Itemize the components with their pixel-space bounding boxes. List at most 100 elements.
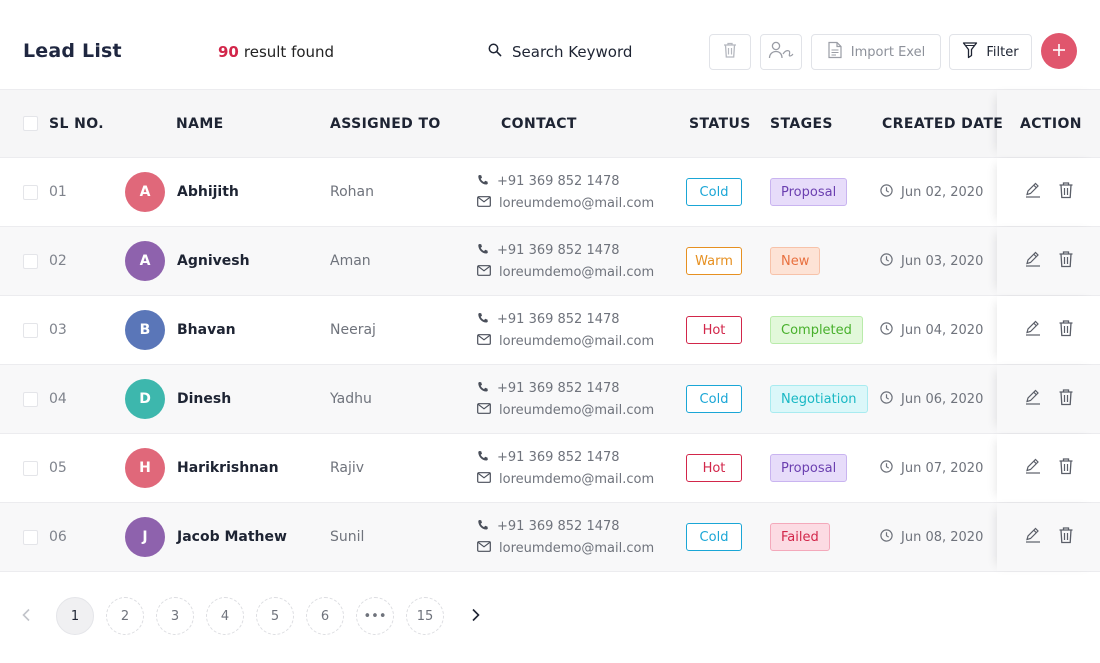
edit-button[interactable]	[1024, 227, 1042, 295]
next-page-button[interactable]	[457, 597, 495, 635]
status-badge: Warm	[686, 247, 742, 275]
email-address: loreumdemo@mail.com	[499, 264, 655, 280]
created-date-text: Jun 07, 2020	[901, 460, 984, 476]
search-field[interactable]: Search Keyword	[488, 42, 632, 61]
row-actions	[997, 158, 1100, 226]
row-checkbox[interactable]	[23, 365, 38, 433]
stage-cell: Proposal	[770, 434, 848, 502]
select-all-checkbox[interactable]	[23, 90, 38, 157]
add-lead-button[interactable]	[1041, 33, 1077, 69]
row-checkbox[interactable]	[23, 227, 38, 295]
stage-cell: Failed	[770, 503, 830, 571]
email-address: loreumdemo@mail.com	[499, 402, 655, 418]
status-badge: Hot	[686, 316, 742, 344]
stage-badge: New	[770, 247, 821, 275]
page-button[interactable]: 2	[106, 597, 144, 635]
clock-icon	[880, 459, 893, 477]
clock-icon	[880, 321, 893, 339]
edit-button[interactable]	[1024, 158, 1042, 226]
email-address: loreumdemo@mail.com	[499, 471, 655, 487]
email-address: loreumdemo@mail.com	[499, 333, 655, 349]
status-badge: Cold	[686, 523, 742, 551]
lead-name[interactable]: Jacob Mathew	[177, 503, 287, 571]
contact-info: +91 369 852 1478 loreumdemo@mail.com	[477, 434, 654, 502]
contact-info: +91 369 852 1478 loreumdemo@mail.com	[477, 227, 654, 295]
pagination: 1 2 3 4 5 6 ••• 15	[0, 595, 1100, 637]
mail-icon	[477, 402, 491, 418]
edit-icon	[1024, 319, 1042, 341]
assigned-to: Sunil	[330, 529, 365, 545]
trash-icon	[722, 41, 738, 63]
avatar-initial: A	[125, 172, 165, 212]
search-placeholder: Search Keyword	[512, 42, 633, 61]
trash-icon	[1058, 388, 1074, 410]
edit-button[interactable]	[1024, 434, 1042, 502]
clock-icon	[880, 252, 893, 270]
edit-button[interactable]	[1024, 503, 1042, 571]
page-button[interactable]: 3	[156, 597, 194, 635]
table-row: 04 D Dinesh Yadhu +91 369 852 1478 loreu…	[0, 365, 1100, 434]
status-cell: Cold	[686, 365, 742, 433]
page-button[interactable]: 1	[56, 597, 94, 635]
column-created-date: CREATED DATE	[882, 115, 1004, 132]
page-button[interactable]: 6	[306, 597, 344, 635]
edit-icon	[1024, 457, 1042, 479]
assign-user-button[interactable]	[760, 34, 802, 70]
avatar: D	[125, 365, 165, 433]
prev-page-button[interactable]	[7, 597, 45, 635]
phone-number: +91 369 852 1478	[497, 450, 620, 465]
delete-button[interactable]	[1058, 227, 1074, 295]
stage-badge: Proposal	[770, 178, 848, 206]
page-button[interactable]: 15	[406, 597, 444, 635]
mail-icon	[477, 195, 491, 211]
mail-icon	[477, 540, 491, 556]
table-row: 03 B Bhavan Neeraj +91 369 852 1478 lore…	[0, 296, 1100, 365]
trash-icon	[1058, 457, 1074, 479]
result-summary: 90 result found	[218, 43, 334, 61]
status-cell: Cold	[686, 503, 742, 571]
page-button[interactable]: 5	[256, 597, 294, 635]
filter-button[interactable]: Filter	[949, 34, 1032, 70]
status-cell: Cold	[686, 158, 742, 226]
row-checkbox[interactable]	[23, 296, 38, 364]
status-badge: Hot	[686, 454, 742, 482]
row-checkbox[interactable]	[23, 434, 38, 502]
created-date: Jun 08, 2020	[880, 503, 983, 571]
edit-button[interactable]	[1024, 365, 1042, 433]
page-button[interactable]: 4	[206, 597, 244, 635]
status-badge: Cold	[686, 385, 742, 413]
created-date-text: Jun 04, 2020	[901, 322, 984, 338]
row-sl-no: 05	[49, 460, 67, 476]
lead-name[interactable]: Bhavan	[177, 296, 236, 364]
lead-name[interactable]: Abhijith	[177, 158, 239, 226]
edit-button[interactable]	[1024, 296, 1042, 364]
phone-number: +91 369 852 1478	[497, 312, 620, 327]
trash-icon	[1058, 319, 1074, 341]
row-checkbox[interactable]	[23, 158, 38, 226]
delete-button[interactable]	[1058, 434, 1074, 502]
table-header: SL NO. NAME ASSIGNED TO CONTACT STATUS S…	[0, 89, 1100, 158]
column-action: ACTION	[1020, 115, 1082, 132]
chevron-left-icon	[21, 607, 31, 626]
created-date-text: Jun 02, 2020	[901, 184, 984, 200]
created-date-text: Jun 03, 2020	[901, 253, 984, 269]
lead-name[interactable]: Agnivesh	[177, 227, 250, 295]
delete-button[interactable]	[1058, 158, 1074, 226]
import-excel-button[interactable]: Import Exel	[811, 34, 941, 70]
filter-label: Filter	[986, 44, 1019, 60]
stage-cell: Completed	[770, 296, 863, 364]
lead-name[interactable]: Dinesh	[177, 365, 231, 433]
stage-badge: Negotiation	[770, 385, 868, 413]
stage-cell: New	[770, 227, 821, 295]
created-date-text: Jun 06, 2020	[901, 391, 984, 407]
lead-name[interactable]: Harikrishnan	[177, 434, 279, 502]
email-address: loreumdemo@mail.com	[499, 195, 655, 211]
delete-button[interactable]	[1058, 503, 1074, 571]
bulk-delete-button[interactable]	[709, 34, 751, 70]
page-ellipsis-button[interactable]: •••	[356, 597, 394, 635]
row-checkbox[interactable]	[23, 503, 38, 571]
status-cell: Hot	[686, 434, 742, 502]
trash-icon	[1058, 526, 1074, 548]
delete-button[interactable]	[1058, 296, 1074, 364]
delete-button[interactable]	[1058, 365, 1074, 433]
